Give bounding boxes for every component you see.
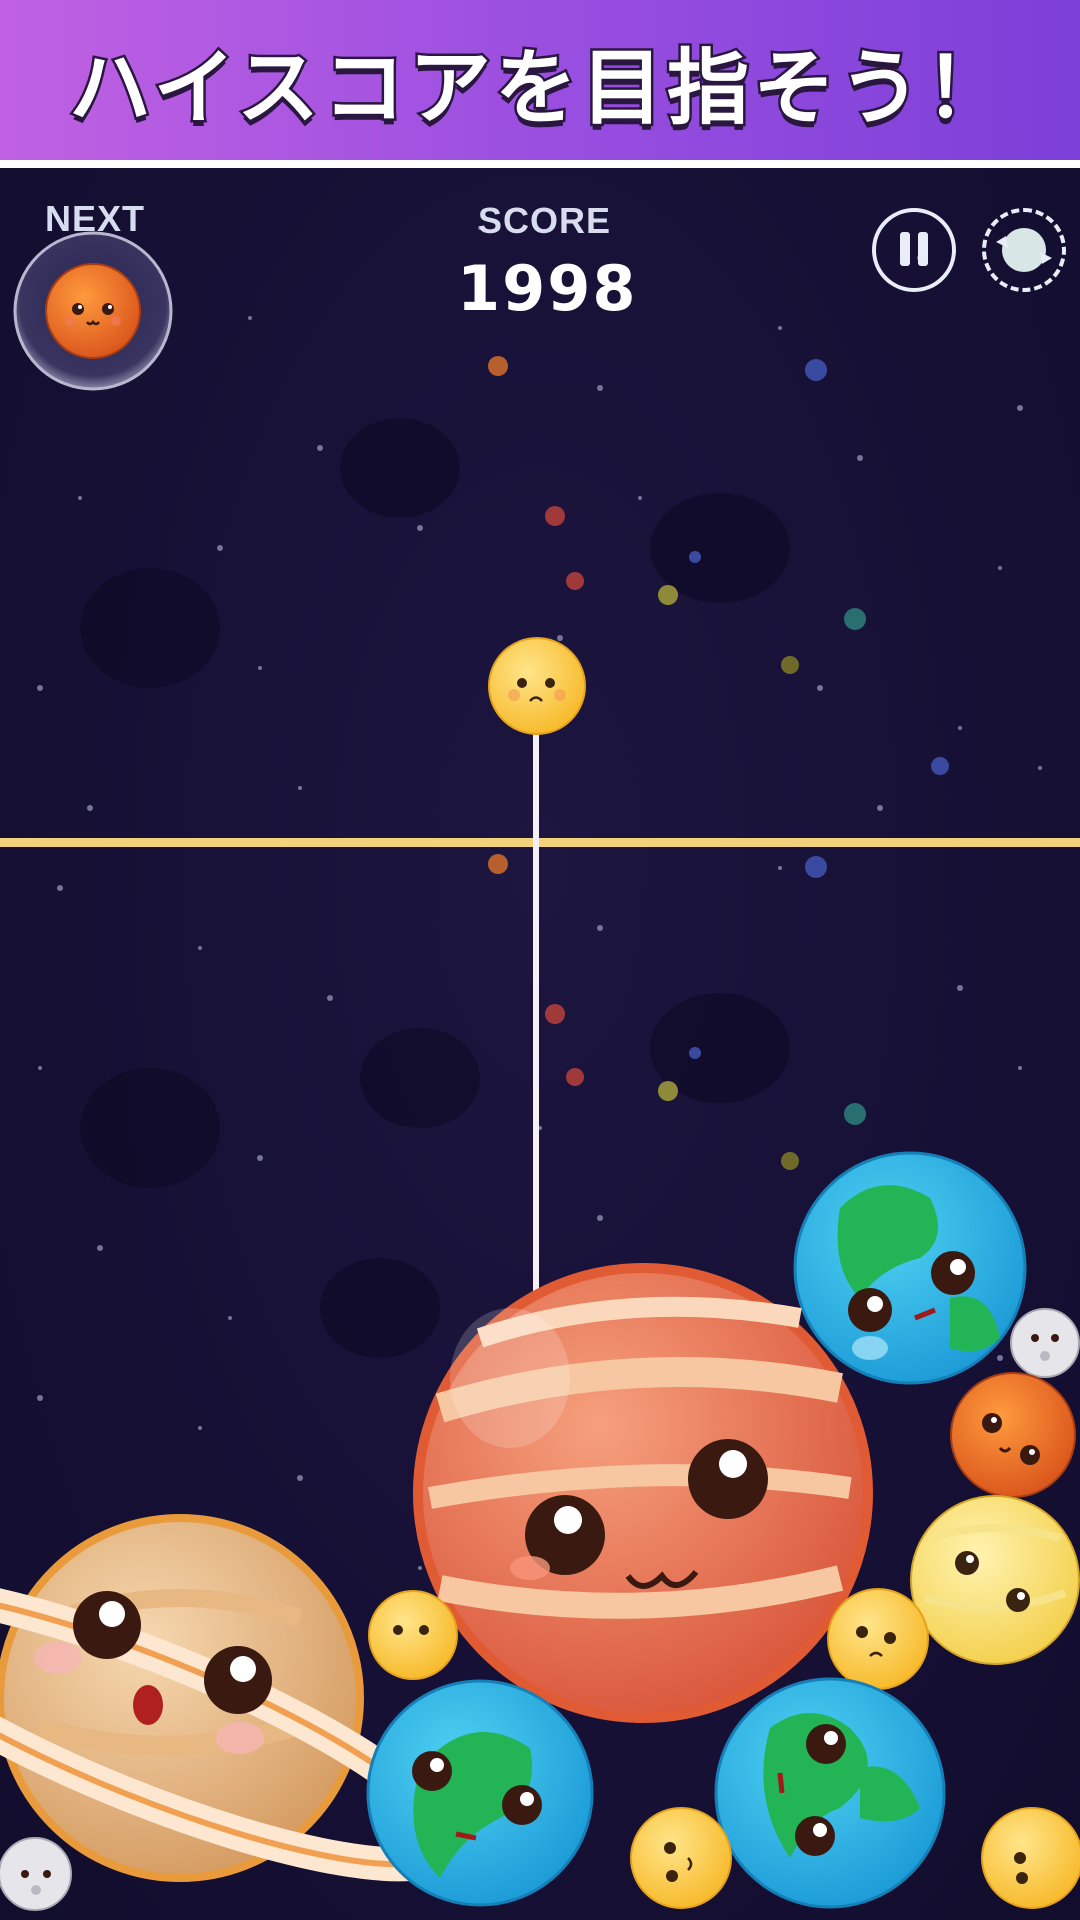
moon-planet-2	[0, 1837, 72, 1911]
game-field[interactable]: NEXT SCORE 1998	[0, 168, 1080, 1920]
earth-planet-3	[714, 1677, 946, 1909]
sun-planet-3	[630, 1807, 732, 1909]
moon-planet	[1010, 1308, 1080, 1378]
sun-planet	[368, 1590, 458, 1680]
earth-planet	[793, 1151, 1027, 1385]
promo-banner: ハイスコアを目指そう！	[0, 0, 1080, 160]
banner-divider	[0, 160, 1080, 168]
earth-planet-2	[366, 1679, 594, 1907]
sun-planet-2	[827, 1588, 929, 1690]
mars-planet	[950, 1372, 1076, 1498]
planet-pile	[0, 1151, 1080, 1911]
sun-planet-4	[981, 1807, 1080, 1909]
jupiter-planet	[413, 1263, 873, 1723]
venus-planet	[910, 1495, 1080, 1665]
banner-title: ハイスコアを目指そう！	[67, 38, 1011, 138]
